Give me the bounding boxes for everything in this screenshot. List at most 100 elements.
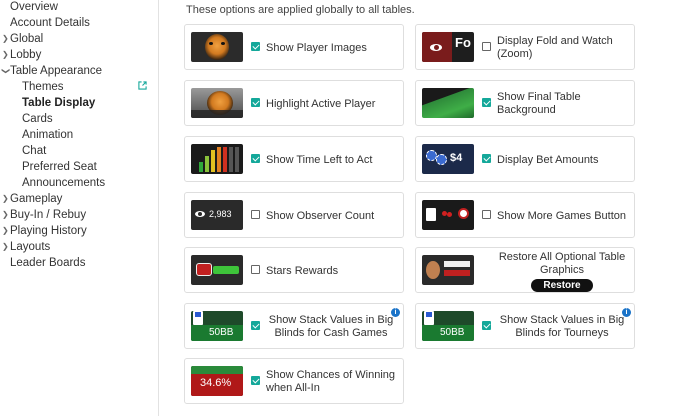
player-avatar-icon (426, 261, 440, 279)
option-label: Show Stack Values in Big Blinds for Tour… (499, 314, 625, 339)
option-chances-of-winning[interactable]: 34.6% Show Chances of Winning when All-I… (184, 358, 404, 404)
nav-label: Themes (22, 81, 64, 93)
nav-overview[interactable]: Overview (10, 0, 58, 14)
info-icon[interactable]: i (391, 308, 400, 317)
thumb-text: 50BB (209, 327, 234, 338)
option-final-table-background[interactable]: Show Final Table Background (415, 80, 635, 126)
chances-of-winning-checkbox[interactable] (251, 376, 260, 385)
option-show-observer-count[interactable]: 2,983 Show Observer Count (184, 192, 404, 238)
display-fold-watch-checkbox[interactable] (482, 42, 491, 51)
info-icon[interactable]: i (622, 308, 631, 317)
restore-text-block: Restore All Optional Table Graphics Rest… (497, 248, 627, 294)
option-restore-graphics: Restore All Optional Table Graphics Rest… (415, 247, 635, 293)
tiger-avatar-thumb (191, 32, 243, 62)
restore-graphics-thumb (422, 255, 474, 285)
restore-button[interactable]: Restore (531, 278, 593, 292)
stars-rewards-checkbox[interactable] (251, 265, 260, 274)
chevron-right-icon: ❯ (2, 50, 9, 59)
fold-watch-thumb: Fo (422, 32, 474, 62)
final-table-background-checkbox[interactable] (482, 98, 491, 107)
show-player-images-checkbox[interactable] (251, 42, 260, 51)
option-label: Show Stack Values in Big Blinds for Cash… (268, 314, 394, 339)
roulette-icon (458, 208, 469, 219)
nav-chat[interactable]: Chat (22, 144, 46, 158)
nav-leader-boards[interactable]: Leader Boards (10, 256, 85, 270)
option-show-time-left[interactable]: Show Time Left to Act (184, 136, 404, 182)
option-show-player-images[interactable]: Show Player Images (184, 24, 404, 70)
nav-label: Announcements (22, 177, 106, 189)
table-display-panel: These options are applied globally to al… (159, 0, 700, 416)
nav-label: Global (10, 33, 44, 45)
time-bars-thumb (191, 144, 243, 174)
chevron-right-icon: ❯ (2, 210, 9, 219)
option-stack-bb-cash[interactable]: 50BB Show Stack Values in Big Blinds for… (184, 303, 404, 349)
option-label: Stars Rewards (266, 264, 339, 277)
cards-icon (426, 208, 436, 221)
thumb-text: $4 (450, 152, 463, 164)
more-games-thumb (422, 200, 474, 230)
nav-buy-in-rebuy[interactable]: ❯ Buy-In / Rebuy (2, 208, 87, 222)
option-label: Restore All Optional Table Graphics (498, 250, 626, 276)
option-display-fold-watch[interactable]: Fo Display Fold and Watch (Zoom) (415, 24, 635, 70)
nav-announcements[interactable]: Announcements (22, 176, 105, 190)
chevron-right-icon: ❯ (2, 194, 9, 203)
option-label: Display Fold and Watch (Zoom) (497, 35, 613, 60)
chevron-right-icon: ❯ (2, 34, 9, 43)
chest-icon (196, 263, 212, 276)
nav-label: Gameplay (10, 193, 63, 205)
option-label: Show More Games Button (497, 209, 627, 222)
thumb-text: Fo (455, 35, 471, 50)
option-label: Display Bet Amounts (497, 153, 599, 166)
option-label: Show Final Table Background (497, 91, 581, 116)
option-label: Show Time Left to Act (266, 153, 373, 166)
more-games-button-checkbox[interactable] (482, 210, 491, 219)
nav-label: Preferred Seat (22, 161, 97, 173)
nav-gameplay[interactable]: ❯ Gameplay (2, 192, 63, 206)
stack-bb-cash-checkbox[interactable] (251, 321, 260, 330)
nav-themes[interactable]: Themes (22, 80, 64, 94)
highlight-active-player-checkbox[interactable] (251, 98, 260, 107)
stars-rewards-thumb (191, 255, 243, 285)
option-highlight-active-player[interactable]: Highlight Active Player (184, 80, 404, 126)
nav-label: Playing History (10, 225, 87, 237)
option-label: Show Observer Count (266, 209, 375, 222)
thumb-text: 50BB (440, 327, 465, 338)
chevron-right-icon: ❯ (2, 226, 9, 235)
observer-thumb: 2,983 (191, 200, 243, 230)
nav-label: Chat (22, 145, 47, 157)
nav-preferred-seat[interactable]: Preferred Seat (22, 160, 97, 174)
nav-playing-history[interactable]: ❯ Playing History (2, 224, 87, 238)
option-stars-rewards[interactable]: Stars Rewards (184, 247, 404, 293)
show-observer-count-checkbox[interactable] (251, 210, 260, 219)
external-link-icon[interactable] (138, 81, 147, 90)
option-more-games-button[interactable]: Show More Games Button (415, 192, 635, 238)
nav-label: Table Appearance (10, 65, 103, 77)
option-label: Show Chances of Winning when All-In (266, 369, 396, 394)
nav-table-appearance[interactable]: ❯ Table Appearance (1, 64, 103, 78)
nav-global[interactable]: ❯ Global (2, 32, 44, 46)
nav-label: Leader Boards (10, 257, 86, 269)
stack-bb-tourneys-checkbox[interactable] (482, 321, 491, 330)
nav-label: Account Details (10, 17, 90, 29)
green-felt-thumb (422, 88, 474, 118)
display-bet-amounts-checkbox[interactable] (482, 154, 491, 163)
option-label: Highlight Active Player (266, 97, 376, 110)
nav-label: Animation (22, 129, 74, 141)
nav-label: Buy-In / Rebuy (10, 209, 87, 221)
progress-bar (213, 266, 239, 274)
show-time-left-checkbox[interactable] (251, 154, 260, 163)
option-label: Show Player Images (266, 41, 367, 54)
nav-animation[interactable]: Animation (22, 128, 73, 142)
nav-layouts[interactable]: ❯ Layouts (2, 240, 50, 254)
nav-lobby[interactable]: ❯ Lobby (2, 48, 42, 62)
sidebar: Overview Account Details ❯ Global ❯ Lobby … (0, 0, 159, 416)
option-display-bet-amounts[interactable]: $4 Display Bet Amounts (415, 136, 635, 182)
stack-bb-thumb: 50BB (191, 311, 243, 341)
option-stack-bb-tourneys[interactable]: 50BB Show Stack Values in Big Blinds for… (415, 303, 635, 349)
nav-label: Lobby (10, 49, 42, 61)
nav-account-details[interactable]: Account Details (10, 16, 90, 30)
nav-table-display[interactable]: Table Display (22, 96, 95, 110)
chevron-down-icon: ❯ (1, 67, 11, 75)
nav-label: Cards (22, 113, 53, 125)
nav-cards[interactable]: Cards (22, 112, 53, 126)
